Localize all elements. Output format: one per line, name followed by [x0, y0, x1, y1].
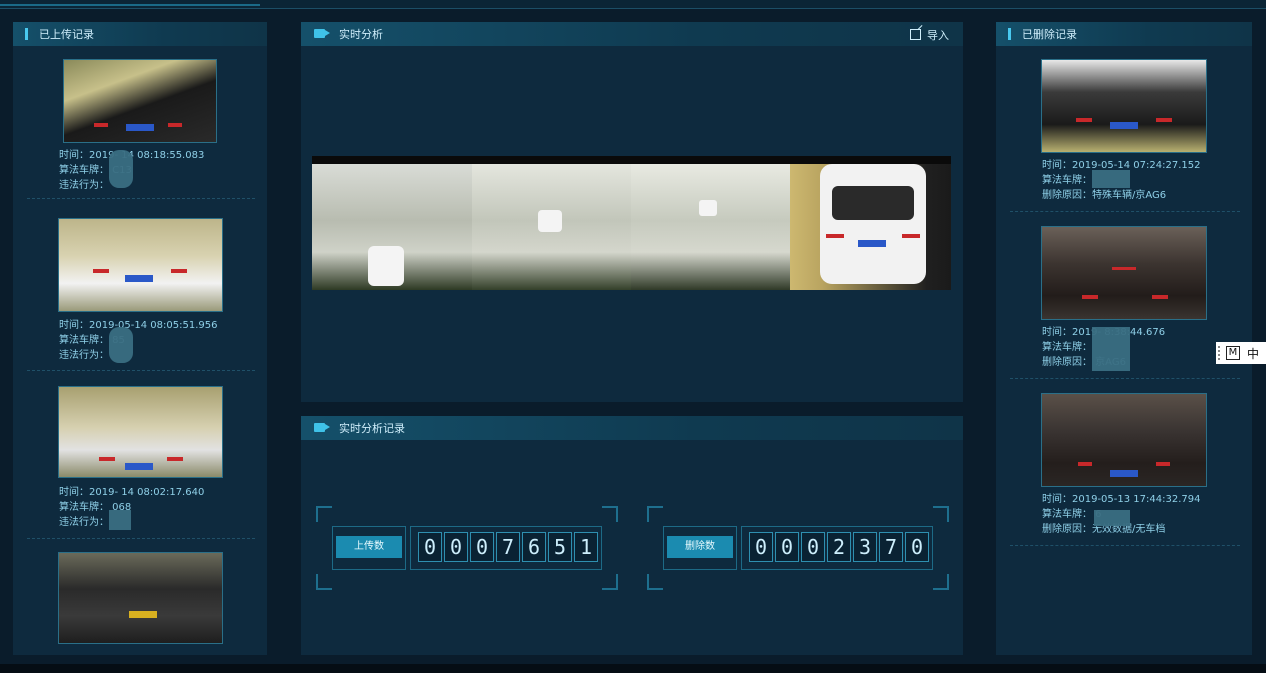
counter-digit: 0	[470, 532, 494, 562]
vehicle-photo[interactable]	[1041, 59, 1207, 153]
camera-icon	[314, 423, 330, 432]
counter-digit: 0	[749, 532, 773, 562]
counter-digit: 0	[418, 532, 442, 562]
upload-counter: 上传数 0 0 0 7 6 5 1	[316, 506, 618, 590]
panel-title: 实时分析	[339, 28, 383, 41]
counter-digit: 0	[444, 532, 468, 562]
image-header-overlay	[312, 156, 951, 164]
record-plate: 算法车牌： 068	[59, 502, 132, 513]
deleted-records-panel: 已删除记录 时间：2019-05-14 07:24:27.152 算法车牌： 删…	[996, 22, 1252, 655]
redaction-mask	[1094, 510, 1130, 526]
import-button[interactable]: 导入	[910, 27, 949, 43]
frame-1	[312, 164, 472, 290]
vehicle-photo[interactable]	[58, 386, 223, 478]
frame-3	[631, 164, 790, 290]
export-icon	[910, 29, 921, 40]
vehicle-photo[interactable]	[63, 59, 217, 143]
vehicle-photo[interactable]	[1041, 393, 1207, 487]
vehicle-photo[interactable]	[1041, 226, 1207, 320]
bottom-border	[0, 664, 1266, 673]
record-violation: 违法行为：	[59, 517, 109, 528]
panel-header: 实时分析 导入	[301, 22, 963, 46]
panel-header: 实时分析记录	[301, 416, 963, 440]
header-bar-icon	[25, 28, 28, 40]
counter-digit: 1	[574, 532, 598, 562]
header-bar-icon	[1008, 28, 1011, 40]
import-label: 导入	[927, 29, 949, 42]
redaction-mask	[1092, 170, 1130, 188]
top-border	[0, 0, 1266, 9]
record-violation: 违法行为：	[59, 350, 109, 361]
record-divider	[27, 538, 255, 539]
redaction-mask	[109, 150, 133, 188]
record-divider	[27, 198, 255, 199]
record-meta: 时间：2019- 14 08:02:17.640 算法车牌： 068 违法行为：	[59, 485, 204, 530]
ime-mode: M	[1226, 346, 1240, 360]
counter-digit: 3	[853, 532, 877, 562]
record-reason: 删除原因：特殊车辆/京AG6	[1042, 190, 1167, 201]
delete-counter: 删除数 0 0 0 2 3 7 0	[647, 506, 949, 590]
counter-digit: 0	[775, 532, 799, 562]
camera-icon	[314, 29, 330, 38]
counter-digit: 6	[522, 532, 546, 562]
ime-language: 中	[1247, 347, 1260, 361]
panel-header: 已删除记录	[996, 22, 1252, 46]
frame-2	[472, 164, 631, 290]
vehicle-photo[interactable]	[58, 552, 223, 644]
delete-count-label: 删除数	[667, 536, 733, 558]
panel-title: 实时分析记录	[339, 422, 405, 435]
record-meta: 时间：2019-05-14 08:05:51.956 算法车牌： 85 违法行为…	[59, 318, 217, 363]
panel-title: 已上传记录	[39, 28, 94, 41]
frame-4	[790, 164, 951, 290]
record-divider	[1010, 378, 1240, 379]
counter-digit: 0	[905, 532, 929, 562]
counter-digit: 7	[496, 532, 520, 562]
record-plate: 算法车牌： 85	[59, 335, 125, 346]
realtime-analysis-records-panel: 实时分析记录 上传数 0 0 0 7 6 5 1 删除数 0 0 0 2 3 7…	[301, 416, 963, 655]
record-divider	[27, 370, 255, 371]
counter-digit: 7	[879, 532, 903, 562]
panel-title: 已删除记录	[1022, 28, 1077, 41]
record-time: 时间：2019- 14 08:02:17.640	[59, 487, 205, 498]
vehicle-photo[interactable]	[58, 218, 223, 312]
ime-indicator[interactable]: M 中	[1216, 342, 1266, 364]
uploaded-records-panel: 已上传记录 时间：2019- 14 08:18:55.083 算法车牌： C13…	[13, 22, 267, 655]
record-divider	[1010, 211, 1240, 212]
record-divider	[1010, 545, 1240, 546]
record-time: 时间：2019-05-14 08:05:51.956	[59, 320, 218, 331]
upload-count-label: 上传数	[336, 536, 402, 558]
panel-header: 已上传记录	[13, 22, 267, 46]
counter-digit: 5	[548, 532, 572, 562]
record-time: 时间：2019-05-13 17:44:32.794	[1042, 494, 1201, 505]
counter-digit: 2	[827, 532, 851, 562]
redaction-mask	[1092, 327, 1130, 371]
redaction-mask	[109, 327, 133, 363]
analysis-image-strip[interactable]	[312, 156, 951, 290]
redaction-mask	[109, 510, 131, 530]
counter-digit: 0	[801, 532, 825, 562]
